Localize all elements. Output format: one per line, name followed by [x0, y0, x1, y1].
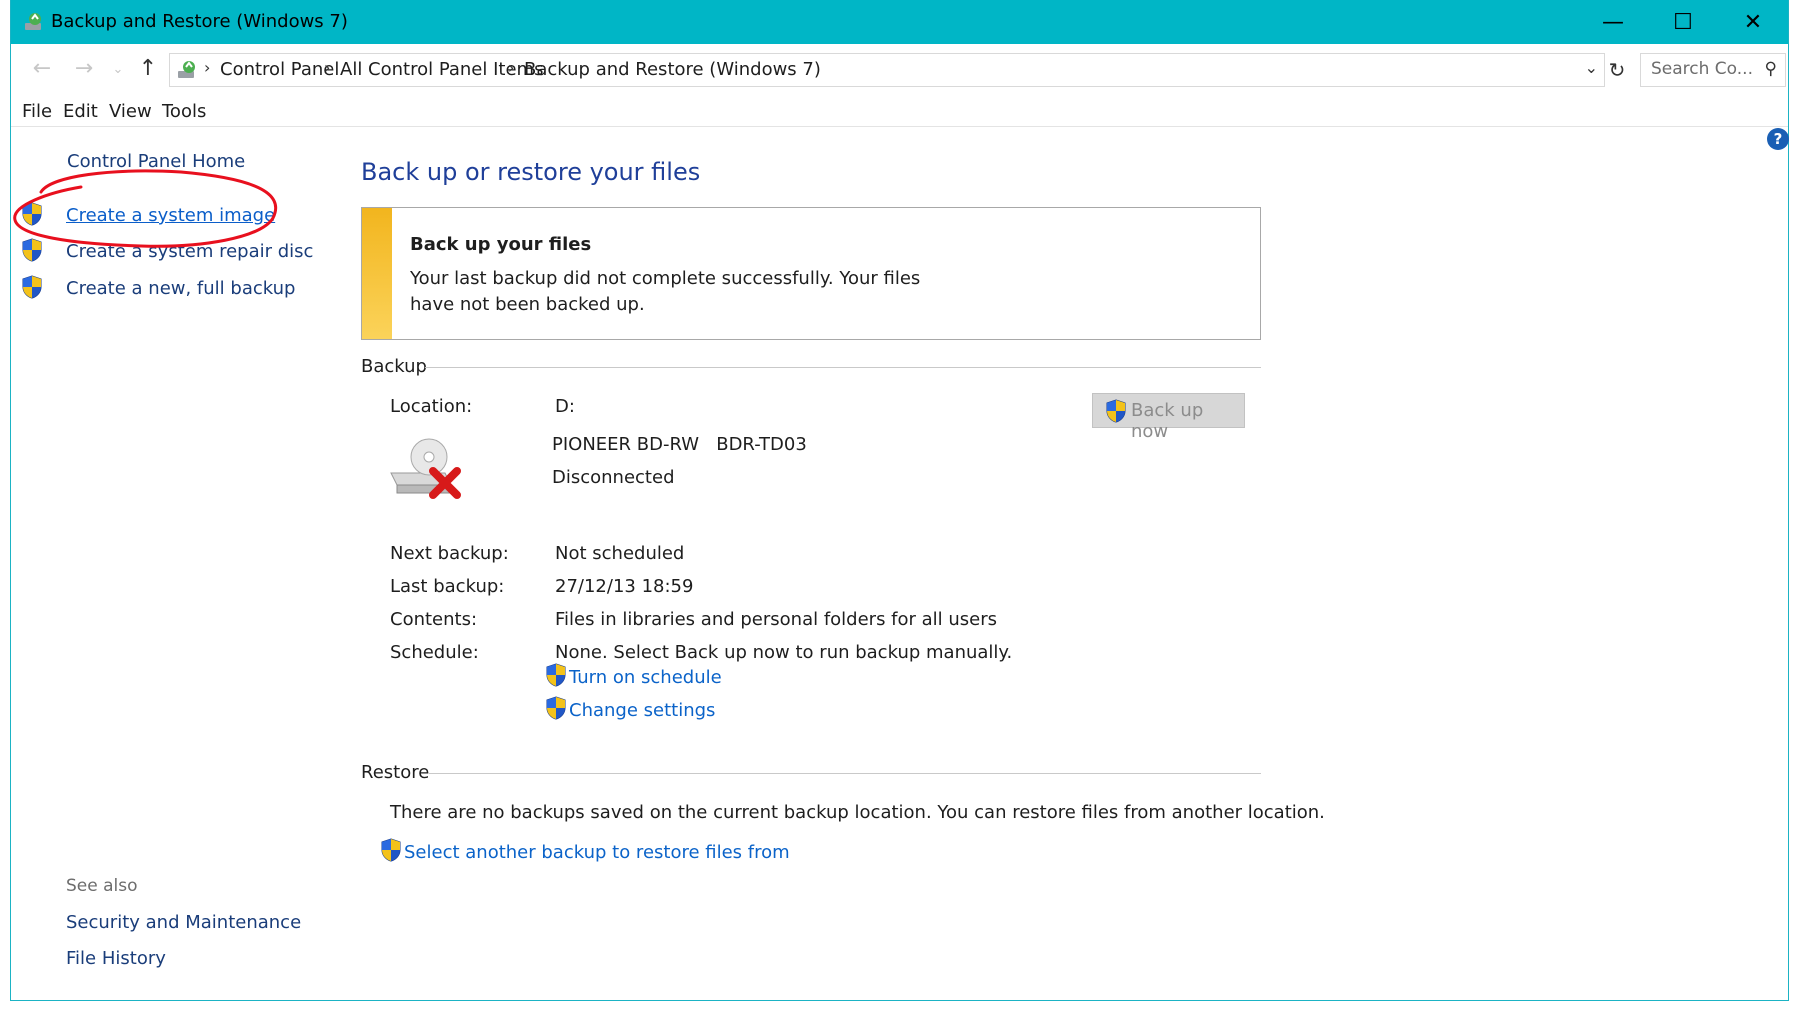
menu-edit[interactable]: Edit	[63, 101, 98, 122]
help-icon: ?	[1773, 130, 1783, 148]
breadcrumb-backup-restore[interactable]: Backup and Restore (Windows 7)	[524, 59, 821, 80]
minimize-icon: —	[1602, 9, 1624, 35]
turn-on-schedule-link[interactable]: Turn on schedule	[569, 667, 722, 688]
section-divider	[425, 367, 1261, 368]
search-input[interactable]: Search Co... ⚲	[1640, 53, 1786, 87]
create-repair-disc-link[interactable]: Create a system repair disc	[66, 241, 313, 262]
create-system-image-link[interactable]: Create a system image	[66, 205, 275, 226]
search-placeholder: Search Co...	[1651, 59, 1753, 79]
uac-shield-icon	[1105, 399, 1127, 423]
notice-message: Your last backup did not complete succes…	[410, 268, 921, 315]
uac-shield-icon	[545, 696, 567, 720]
disconnected-drive-icon	[390, 438, 461, 499]
notice-heading: Back up your files	[410, 234, 592, 255]
warning-bar	[362, 208, 392, 339]
maximize-icon: ☐	[1673, 9, 1693, 35]
breadcrumb-separator: ›	[324, 58, 331, 77]
refresh-icon: ↻	[1608, 58, 1626, 82]
uac-shield-icon	[380, 838, 402, 862]
contents-label: Contents:	[390, 609, 478, 630]
create-full-backup-link[interactable]: Create a new, full backup	[66, 278, 295, 299]
location-value: D:	[555, 396, 575, 417]
change-settings-link[interactable]: Change settings	[569, 700, 715, 721]
refresh-button[interactable]: ↻	[1603, 53, 1631, 87]
up-button[interactable]: ↑	[133, 56, 163, 81]
menu-view[interactable]: View	[109, 101, 152, 122]
address-dropdown-icon[interactable]: ⌄	[1585, 58, 1598, 77]
recent-locations-button[interactable]: ⌄	[103, 62, 133, 77]
menu-bar: File Edit View Tools	[11, 96, 1788, 127]
minimize-button[interactable]: —	[1578, 0, 1648, 44]
device-status: Disconnected	[552, 467, 675, 488]
select-another-backup-link[interactable]: Select another backup to restore files f…	[404, 842, 790, 863]
backup-section-label: Backup	[361, 356, 427, 377]
control-panel-icon	[178, 61, 195, 78]
backup-warning-notice: Back up your files Your last backup did …	[361, 207, 1261, 340]
app-icon	[25, 13, 41, 30]
close-button[interactable]: ✕	[1718, 0, 1788, 44]
uac-shield-icon	[21, 202, 43, 226]
title-bar[interactable]: Backup and Restore (Windows 7) — ☐ ✕	[11, 0, 1788, 44]
forward-button[interactable]: →	[69, 56, 99, 81]
device-name: PIONEER BD-RW BDR-TD03	[552, 434, 807, 455]
next-backup-value: Not scheduled	[555, 543, 685, 564]
see-also-label: See also	[66, 876, 138, 896]
forward-arrow-icon: →	[74, 56, 94, 81]
schedule-value: None. Select Back up now to run backup m…	[555, 642, 1013, 663]
page-title: Back up or restore your files	[361, 158, 701, 186]
schedule-label: Schedule:	[390, 642, 479, 663]
location-label: Location:	[390, 396, 473, 417]
chevron-down-icon: ⌄	[112, 62, 124, 77]
uac-shield-icon	[545, 663, 567, 687]
search-icon: ⚲	[1764, 59, 1777, 79]
next-backup-label: Next backup:	[390, 543, 509, 564]
breadcrumb-separator: ›	[508, 58, 515, 77]
menu-tools[interactable]: Tools	[162, 101, 206, 122]
back-arrow-icon: ←	[32, 56, 52, 81]
last-backup-value: 27/12/13 18:59	[555, 576, 694, 597]
restore-message: There are no backups saved on the curren…	[390, 802, 1325, 823]
breadcrumb-control-panel[interactable]: Control Panel	[220, 59, 339, 80]
back-button[interactable]: ←	[27, 56, 57, 81]
close-icon: ✕	[1743, 9, 1763, 35]
last-backup-label: Last backup:	[390, 576, 505, 597]
file-history-link[interactable]: File History	[66, 948, 166, 969]
uac-shield-icon	[21, 238, 43, 262]
contents-value: Files in libraries and personal folders …	[555, 609, 998, 630]
backup-restore-window: Backup and Restore (Windows 7) — ☐ ✕ ← →…	[10, 0, 1789, 1001]
up-arrow-icon: ↑	[138, 56, 158, 81]
breadcrumb-separator: ›	[204, 58, 211, 77]
maximize-button[interactable]: ☐	[1648, 0, 1718, 44]
security-maintenance-link[interactable]: Security and Maintenance	[66, 912, 301, 933]
desktop-strip	[0, 1001, 1800, 1013]
menu-file[interactable]: File	[22, 101, 52, 122]
control-panel-home-link[interactable]: Control Panel Home	[67, 151, 245, 172]
help-button[interactable]: ?	[1767, 128, 1789, 150]
section-divider	[429, 773, 1261, 774]
back-up-now-label: Back up now	[1131, 400, 1204, 442]
restore-section-label: Restore	[361, 762, 430, 783]
window-title: Backup and Restore (Windows 7)	[51, 11, 348, 32]
address-bar[interactable]: › Control Panel › All Control Panel Item…	[169, 53, 1605, 87]
uac-shield-icon	[21, 275, 43, 299]
back-up-now-button[interactable]: Back up now	[1092, 393, 1245, 442]
address-row: ← → ⌄ ↑ › Control Panel › All Control Pa…	[11, 44, 1788, 96]
